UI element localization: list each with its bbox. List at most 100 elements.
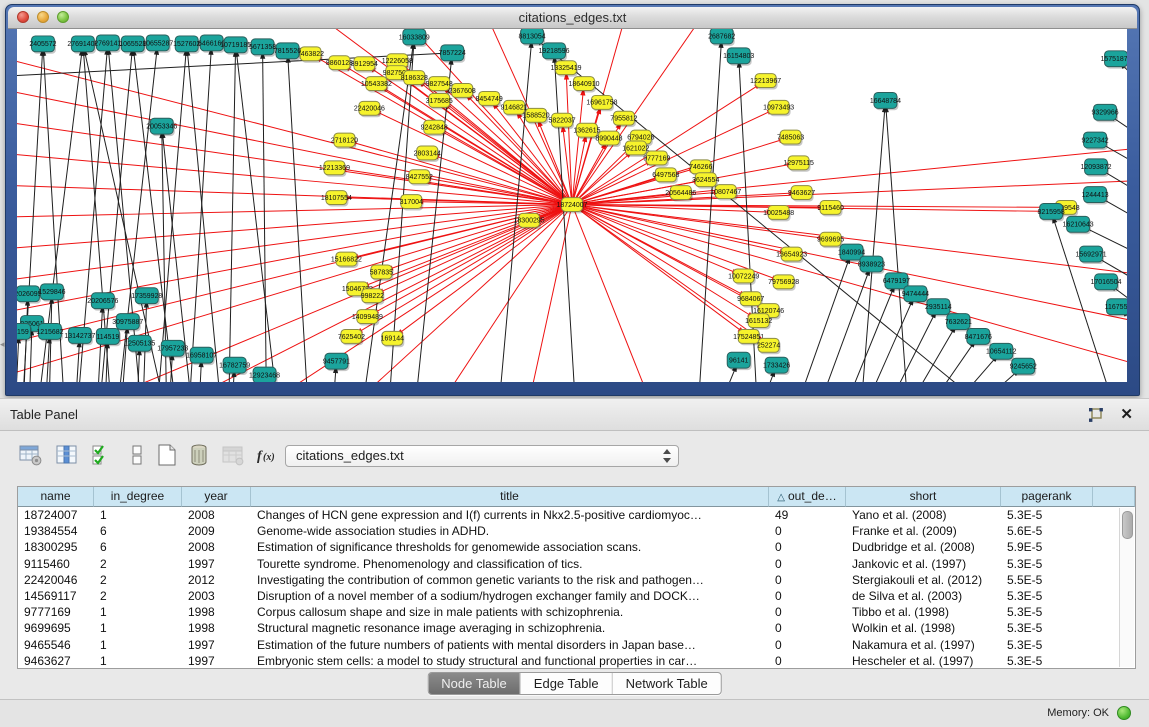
cell-short[interactable]: Jankovic et al. (1997)	[846, 556, 1001, 572]
cell-pagerank[interactable]: 5.5E-5	[1001, 572, 1093, 588]
graph-node-yellow[interactable]: 6497568	[652, 168, 679, 184]
graph-node-yellow[interactable]: 12975115	[783, 156, 814, 172]
graph-node-teal[interactable]: 10719185	[220, 37, 251, 55]
graph-node-teal[interactable]: 17016504	[1091, 274, 1122, 292]
graph-node-teal[interactable]: 8215958	[1038, 204, 1065, 222]
graph-node-teal[interactable]: 15692971	[1076, 246, 1107, 264]
tab-edge-table[interactable]: Edge Table	[520, 673, 612, 694]
graph-node-teal[interactable]: 19218596	[539, 43, 570, 61]
graph-node-teal[interactable]: 9245652	[1010, 358, 1037, 376]
cell-out_degree[interactable]: 0	[769, 572, 846, 588]
node-attribute-table[interactable]: namein_degreeyeartitle△out_de…shortpager…	[17, 486, 1136, 669]
graph-node-yellow[interactable]: 7625402	[338, 329, 365, 345]
cell-title[interactable]: Structural magnetic resonance image aver…	[251, 620, 769, 636]
graph-node-yellow[interactable]: 9242848	[421, 120, 448, 136]
cell-in_degree[interactable]: 1	[94, 637, 182, 653]
graph-node-yellow[interactable]: 2718120	[331, 133, 358, 149]
graph-node-yellow[interactable]: 7485063	[777, 130, 804, 146]
graph-node-teal[interactable]: 10655287	[142, 35, 173, 53]
cell-name[interactable]: 22420046	[18, 572, 94, 588]
cell-title[interactable]: Corpus callosum shape and size in male p…	[251, 604, 769, 620]
cell-out_degree[interactable]: 0	[769, 588, 846, 604]
table-row[interactable]: 1938455462009Genome-wide association stu…	[18, 523, 1135, 539]
graph-node-yellow[interactable]: 1615132	[745, 314, 772, 330]
graph-node-teal[interactable]: 33159	[17, 323, 32, 341]
graph-node-teal[interactable]: 16033809	[399, 29, 430, 47]
graph-node-yellow[interactable]: 3175685	[426, 93, 453, 109]
graph-node-yellow[interactable]: 8912954	[351, 57, 378, 73]
graph-node-yellow[interactable]: 8860128	[326, 56, 353, 72]
graph-node-teal[interactable]: 1529846	[38, 284, 65, 302]
graph-node-yellow[interactable]: 998222	[361, 289, 385, 305]
cell-title[interactable]: Changes of HCN gene expression and I(f) …	[251, 507, 769, 523]
graph-node-yellow[interactable]: 10973493	[763, 100, 794, 116]
graph-node-teal[interactable]: 2935114	[925, 299, 952, 317]
network-window[interactable]: citations_edges.txt 18724007886012889129…	[5, 4, 1140, 396]
cell-year[interactable]: 1997	[182, 637, 251, 653]
graph-node-teal[interactable]: 1527602	[173, 36, 200, 54]
create-table-icon[interactable]	[155, 443, 179, 467]
select-columns-icon[interactable]	[55, 443, 79, 467]
graph-node-teal[interactable]: 16154803	[723, 48, 754, 66]
cell-in_degree[interactable]: 6	[94, 523, 182, 539]
graph-node-teal[interactable]: 12923468	[249, 367, 280, 382]
memory-status-indicator[interactable]	[1117, 706, 1131, 720]
cell-name[interactable]: 18300295	[18, 539, 94, 555]
graph-node-yellow[interactable]: 7955812	[610, 111, 637, 127]
float-panel-icon[interactable]	[1087, 406, 1105, 424]
graph-node-teal[interactable]: 2769141	[94, 35, 121, 53]
table-selector-dropdown[interactable]: citations_edges.txt	[285, 445, 679, 467]
column-header-pagerank[interactable]: pagerank	[1001, 487, 1093, 507]
graph-node-teal[interactable]: 9457791	[323, 353, 350, 371]
cell-year[interactable]: 2012	[182, 572, 251, 588]
scrollbar-thumb[interactable]	[1122, 511, 1133, 539]
select-all-check-icon[interactable]	[91, 443, 115, 467]
graph-node-teal[interactable]: 9474444	[902, 286, 929, 304]
close-panel-icon[interactable]: ✕	[1120, 405, 1133, 423]
graph-node-yellow[interactable]: 5822037	[548, 113, 575, 129]
column-header-out_degree[interactable]: △out_de…	[769, 487, 846, 507]
cell-out_degree[interactable]: 0	[769, 653, 846, 669]
cell-pagerank[interactable]: 5.3E-5	[1001, 507, 1093, 523]
cell-in_degree[interactable]: 2	[94, 572, 182, 588]
cell-title[interactable]: Investigating the contribution of common…	[251, 572, 769, 588]
graph-node-teal[interactable]: 2687682	[708, 29, 735, 46]
graph-node-teal[interactable]: 2405572	[29, 36, 56, 54]
table-row[interactable]: 911546021997Tourette syndrome. Phenomeno…	[18, 556, 1135, 572]
graph-node-teal[interactable]: 7815526	[274, 43, 301, 61]
graph-node-teal[interactable]: 7857224	[439, 45, 466, 63]
control-panel-collapse-arrow[interactable]: ◂	[0, 338, 8, 350]
graph-node-yellow[interactable]: 12213369	[319, 161, 350, 177]
graph-node-yellow[interactable]: 8990448	[595, 131, 622, 147]
cell-in_degree[interactable]: 6	[94, 539, 182, 555]
graph-node-teal[interactable]: 16958107	[186, 347, 217, 365]
graph-node-yellow[interactable]: 18107554	[321, 191, 352, 207]
cell-title[interactable]: Tourette syndrome. Phenomenology and cla…	[251, 556, 769, 572]
cell-name[interactable]: 9115460	[18, 556, 94, 572]
cell-pagerank[interactable]: 5.3E-5	[1001, 620, 1093, 636]
graph-node-yellow[interactable]: 18640910	[568, 77, 599, 93]
graph-node-teal[interactable]: 96141	[727, 352, 751, 370]
table-row[interactable]: 946554611997Estimation of the future num…	[18, 637, 1135, 653]
table-row[interactable]: 1456911722003Disruption of a novel membe…	[18, 588, 1135, 604]
cell-short[interactable]: Hescheler et al. (1997)	[846, 653, 1001, 669]
graph-node-teal[interactable]: 9329966	[1091, 104, 1118, 122]
cell-title[interactable]: Estimation of significance thresholds fo…	[251, 539, 769, 555]
cell-short[interactable]: Franke et al. (2009)	[846, 523, 1001, 539]
cell-pagerank[interactable]: 5.6E-5	[1001, 523, 1093, 539]
graph-node-teal[interactable]: 8813054	[518, 29, 545, 46]
cell-out_degree[interactable]: 0	[769, 556, 846, 572]
graph-node-teal[interactable]: 1733426	[763, 357, 790, 375]
cell-out_degree[interactable]: 0	[769, 539, 846, 555]
vertical-scrollbar[interactable]	[1119, 508, 1134, 667]
graph-node-teal[interactable]: 7632621	[945, 314, 972, 332]
graph-node-yellow[interactable]: 9463627	[788, 186, 815, 202]
toggle-views-icon[interactable]	[125, 443, 149, 467]
table-row[interactable]: 1830029562008Estimation of significance …	[18, 539, 1135, 555]
cell-pagerank[interactable]: 5.3E-5	[1001, 604, 1093, 620]
cell-year[interactable]: 1998	[182, 620, 251, 636]
column-header-title[interactable]: title	[251, 487, 769, 507]
table-row[interactable]: 2242004622012Investigating the contribut…	[18, 572, 1135, 588]
graph-node-yellow[interactable]: 8186328	[401, 71, 428, 87]
cell-in_degree[interactable]: 1	[94, 620, 182, 636]
